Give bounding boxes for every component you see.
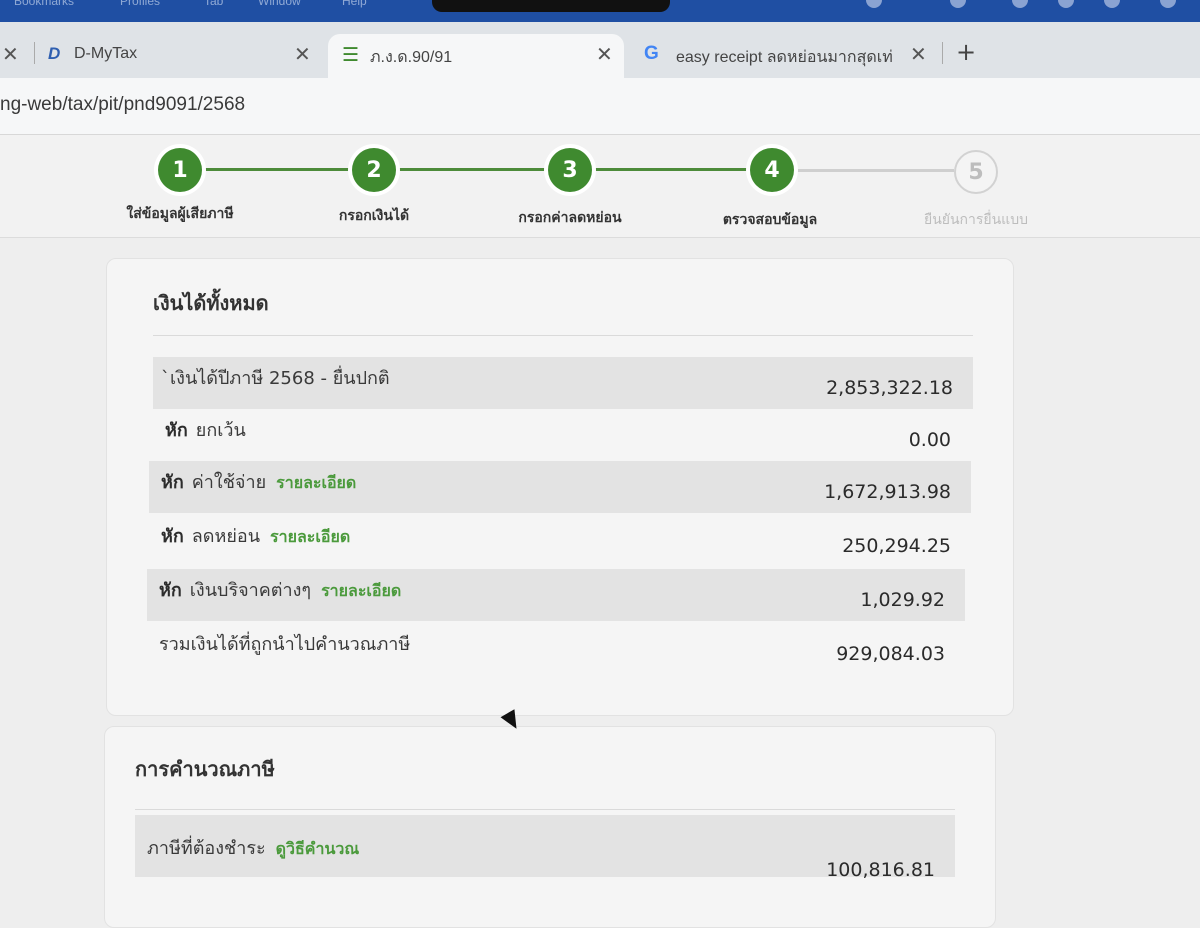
tab-d-mytax[interactable]: D D-MyTax ✕ xyxy=(42,34,322,78)
step-4-circle[interactable]: 4 xyxy=(750,148,794,192)
step-connector xyxy=(200,168,350,171)
step-3-circle[interactable]: 3 xyxy=(548,148,592,192)
details-link[interactable]: รายละเอียด xyxy=(270,527,350,546)
tray-icon[interactable] xyxy=(950,0,966,8)
card-title: การคำนวณภาษี xyxy=(135,757,275,781)
card-title: เงินได้ทั้งหมด xyxy=(153,291,269,315)
tab-pnd9091[interactable]: ☰ ภ.ง.ด.90/91 ✕ xyxy=(328,34,624,78)
step-5-circle: 5 xyxy=(954,150,998,194)
step-connector xyxy=(794,169,954,172)
tray-icon[interactable] xyxy=(1104,0,1120,8)
tray-icon[interactable] xyxy=(866,0,882,8)
close-icon[interactable]: ✕ xyxy=(294,42,311,67)
row-amount: 0.00 xyxy=(908,429,951,451)
menu-bar: Bookmarks Profiles Tab Window Help xyxy=(0,0,1200,22)
tax-row-payable: ภาษีที่ต้องชำระ ดูวิธีคำนวณ 100,816.81 xyxy=(135,815,955,881)
step-3-label: กรอกค่าลดหย่อน xyxy=(518,210,622,226)
step-connector xyxy=(396,168,548,171)
close-icon[interactable]: ✕ xyxy=(596,42,613,67)
divider xyxy=(135,809,955,810)
tray-icon[interactable] xyxy=(1012,0,1028,8)
step-1-circle[interactable]: 1 xyxy=(158,148,202,192)
tax-calculation-card: การคำนวณภาษี ภาษีที่ต้องชำระ ดูวิธีคำนวณ … xyxy=(104,726,996,928)
step-connector xyxy=(592,168,748,171)
row-label: หัก ยกเว้น xyxy=(165,420,246,441)
url-text[interactable]: ng-web/tax/pit/pnd9091/2568 xyxy=(0,94,245,116)
menu-bookmarks[interactable]: Bookmarks xyxy=(14,0,74,8)
tray-icon[interactable] xyxy=(1058,0,1074,8)
row-label: หัก ค่าใช้จ่าย รายละเอียด xyxy=(161,472,357,493)
row-label: ภาษีที่ต้องชำระ ดูวิธีคำนวณ xyxy=(147,838,360,859)
tab-partial[interactable]: ✕ xyxy=(0,34,24,78)
google-icon: G xyxy=(644,43,659,64)
step-5-label: ยืนยันการยื่นแบบ xyxy=(924,212,1028,228)
step-4-label: ตรวจสอบข้อมูล xyxy=(722,212,818,228)
calculation-method-link[interactable]: ดูวิธีคำนวณ xyxy=(276,839,360,858)
row-label: `เงินได้ปีภาษี 2568 - ยื่นปกติ xyxy=(161,368,390,389)
close-icon[interactable]: ✕ xyxy=(910,42,927,67)
menu-tab[interactable]: Tab xyxy=(204,0,223,8)
income-row-expenses: หัก ค่าใช้จ่าย รายละเอียด 1,672,913.98 xyxy=(149,461,971,513)
tab-separator xyxy=(34,42,35,64)
tab-title: ภ.ง.ด.90/91 xyxy=(370,49,453,66)
menu-profiles[interactable]: Profiles xyxy=(120,0,160,8)
d-mytax-logo-icon: D xyxy=(48,44,61,63)
row-amount: 2,853,322.18 xyxy=(826,377,953,399)
camera-notch xyxy=(432,0,670,12)
progress-stepper: 1 2 3 4 5 ใส่ข้อมูลผู้เสียภาษี กรอกเงินไ… xyxy=(0,135,1200,238)
new-tab-icon[interactable]: + xyxy=(956,38,976,66)
menu-window[interactable]: Window xyxy=(258,0,301,8)
tab-title: D-MyTax xyxy=(74,45,138,62)
details-link[interactable]: รายละเอียด xyxy=(321,581,401,600)
step-1-label: ใส่ข้อมูลผู้เสียภาษี xyxy=(126,206,234,222)
tab-title: easy receipt ลดหย่อนมากสุดเท่ xyxy=(676,49,893,66)
details-link[interactable]: รายละเอียด xyxy=(276,473,356,492)
row-amount: 1,672,913.98 xyxy=(824,481,951,503)
total-income-card: เงินได้ทั้งหมด `เงินได้ปีภาษี 2568 - ยื่… xyxy=(106,258,1014,716)
income-row-donations: หัก เงินบริจาคต่างๆ รายละเอียด 1,029.92 xyxy=(147,569,965,621)
income-row-deductions: หัก ลดหย่อน รายละเอียด 250,294.25 xyxy=(149,515,971,567)
divider xyxy=(153,335,973,336)
tab-easy-receipt[interactable]: G easy receipt ลดหย่อนมากสุดเท่ ✕ xyxy=(632,34,938,78)
row-label: รวมเงินได้ที่ถูกนำไปคำนวณภาษี xyxy=(159,634,411,655)
income-row-total: `เงินได้ปีภาษี 2568 - ยื่นปกติ 2,853,322… xyxy=(153,357,973,409)
step-2-circle[interactable]: 2 xyxy=(352,148,396,192)
tray-icon[interactable] xyxy=(1160,0,1176,8)
row-amount: 1,029.92 xyxy=(860,589,945,611)
income-row-taxable: รวมเงินได้ที่ถูกนำไปคำนวณภาษี 929,084.03 xyxy=(147,623,965,675)
row-amount: 929,084.03 xyxy=(836,643,945,665)
step-2-label: กรอกเงินได้ xyxy=(338,208,410,224)
tab-strip: ✕ D D-MyTax ✕ ☰ ภ.ง.ด.90/91 ✕ G easy rec… xyxy=(0,22,1200,78)
income-row-exempt: หัก ยกเว้น 0.00 xyxy=(153,409,973,461)
address-bar: ng-web/tax/pit/pnd9091/2568 xyxy=(0,78,1200,135)
row-label: หัก ลดหย่อน รายละเอียด xyxy=(161,526,351,547)
row-amount: 250,294.25 xyxy=(842,535,951,557)
form-list-icon: ☰ xyxy=(342,45,360,66)
menu-help[interactable]: Help xyxy=(342,0,367,8)
close-icon[interactable]: ✕ xyxy=(2,42,19,67)
row-label: หัก เงินบริจาคต่างๆ รายละเอียด xyxy=(159,580,402,601)
row-amount: 100,816.81 xyxy=(826,859,935,881)
tab-separator xyxy=(942,42,943,64)
